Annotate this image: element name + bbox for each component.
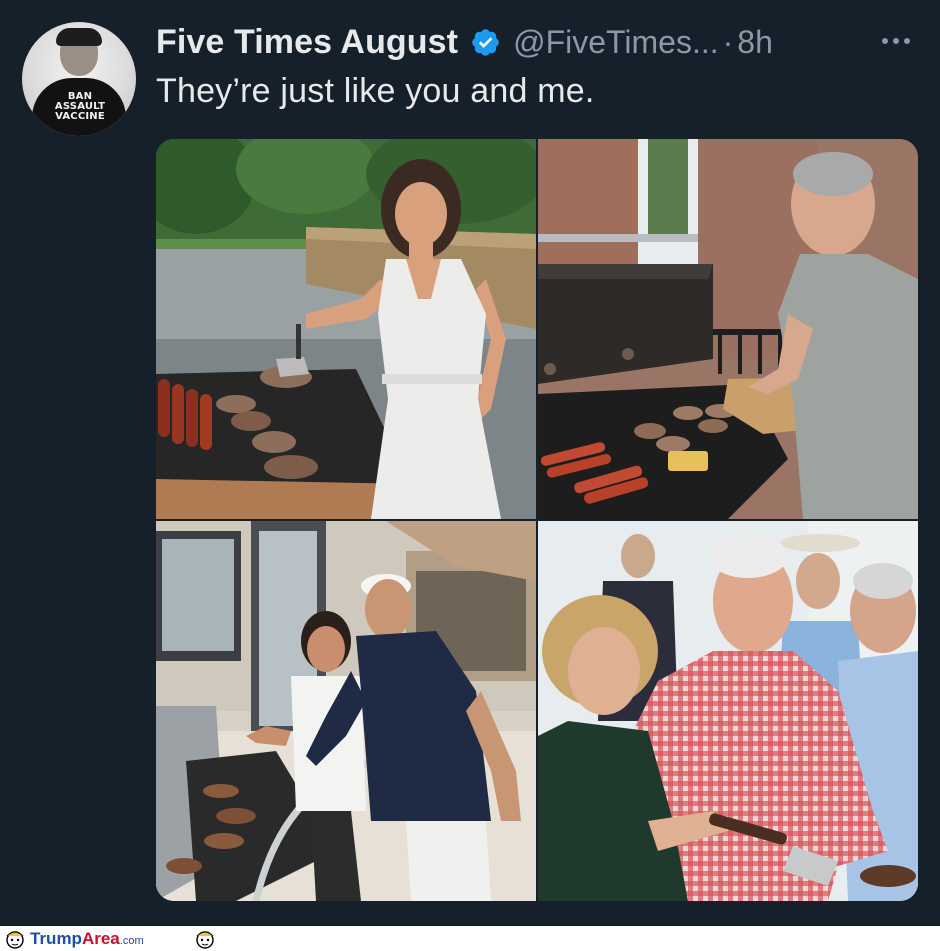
watermark-brand-part1: Trump: [30, 929, 82, 948]
handle[interactable]: @FiveTimes...: [513, 24, 719, 61]
tweet-header: Five Times August @FiveTimes... · 8h: [156, 20, 920, 64]
watermark-logo: TrumpArea.com: [30, 929, 144, 951]
tweet-text: They’re just like you and me.: [156, 72, 595, 110]
media-grid: [156, 139, 918, 901]
tweet-card[interactable]: BAN ASSAULT VACCINE Five Times August @F…: [0, 0, 940, 926]
timestamp[interactable]: 8h: [737, 24, 773, 61]
caricature-face-icon: [196, 931, 214, 949]
avatar-shirt-text: BAN ASSAULT VACCINE: [54, 91, 106, 122]
photo-grilling-couple-white-cap[interactable]: [156, 521, 536, 901]
separator-dot: ·: [722, 23, 734, 60]
photo-grilling-woman-white-dress[interactable]: [156, 139, 536, 519]
display-name[interactable]: Five Times August: [156, 23, 458, 62]
avatar-cap: [56, 28, 102, 46]
watermark-bar: TrumpArea.com: [0, 926, 940, 951]
avatar[interactable]: BAN ASSAULT VACCINE: [22, 22, 136, 136]
more-options-button[interactable]: [876, 26, 916, 56]
caricature-face-icon: [6, 931, 24, 949]
watermark-brand-suffix: .com: [119, 935, 144, 947]
more-options-icon: [882, 38, 910, 44]
photo-grilling-man-gray-shirt[interactable]: [538, 139, 918, 519]
verified-badge-icon: [472, 28, 499, 56]
watermark-brand-part2: Area: [81, 929, 120, 948]
photo-grilling-couple-red-gingham[interactable]: [538, 521, 918, 901]
